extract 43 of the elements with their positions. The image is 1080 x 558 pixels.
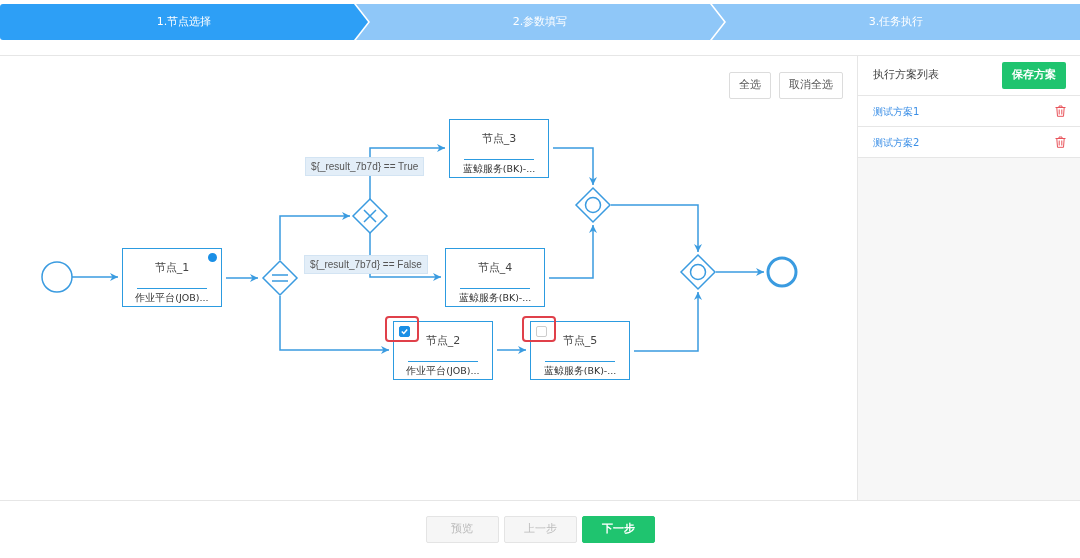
node-title: 节点_5 [561, 333, 599, 349]
exclusive-gateway-icon [351, 197, 389, 235]
start-event-icon [41, 261, 73, 293]
node-subtitle: 作业平台(JOB)... [134, 291, 210, 305]
parallel-gateway-icon [261, 259, 299, 297]
node-subtitle: 作业平台(JOB)... [405, 364, 481, 378]
inclusive-gateway-icon [574, 186, 612, 224]
inclusive-gateway-icon [679, 253, 717, 291]
step-tab[interactable]: 1.节点选择 [0, 4, 368, 40]
node-title: 节点_4 [476, 260, 514, 276]
deselect-all-button[interactable]: 取消全选 [779, 72, 843, 99]
panel-title: 执行方案列表 [873, 67, 939, 84]
end-event-icon [766, 256, 798, 288]
condition-label: ${_result_7b7d} == False [304, 255, 428, 274]
connector-arrow [552, 147, 597, 186]
connector-arrow [225, 274, 259, 282]
connector-arrow [279, 212, 351, 261]
node-subtitle: 蓝鲸服务(BK)-... [457, 291, 533, 305]
task-node[interactable]: 节点_3 蓝鲸服务(BK)-... [449, 119, 549, 178]
plan-link[interactable]: 测试方案1 [873, 103, 920, 119]
trash-icon[interactable] [1055, 105, 1066, 117]
node-subtitle: 蓝鲸服务(BK)-... [542, 364, 618, 378]
node-checkbox[interactable] [536, 326, 547, 337]
condition-label: ${_result_7b7d} == True [305, 157, 425, 176]
node-title: 节点_2 [424, 333, 462, 349]
connector-arrow [496, 346, 527, 354]
task-node[interactable]: 节点_5 蓝鲸服务(BK)-... [530, 321, 630, 380]
save-plan-button[interactable]: 保存方案 [1002, 62, 1066, 89]
task-node[interactable]: 节点_2 作业平台(JOB)... [393, 321, 493, 380]
connector-arrow [71, 273, 119, 281]
trash-icon[interactable] [1055, 136, 1066, 148]
node-title: 节点_1 [153, 260, 191, 276]
node-title: 节点_3 [480, 131, 518, 147]
connector-arrow [715, 268, 765, 276]
node-subtitle: 蓝鲸服务(BK)-... [461, 162, 537, 176]
task-node[interactable]: 节点_1 作业平台(JOB)... [122, 248, 222, 307]
task-node[interactable]: 节点_4 蓝鲸服务(BK)-... [445, 248, 545, 307]
select-all-button[interactable]: 全选 [729, 72, 771, 99]
next-step-button[interactable]: 下一步 [581, 516, 655, 543]
node-checkbox[interactable] [399, 326, 410, 337]
plan-link[interactable]: 测试方案2 [873, 134, 920, 150]
connector-arrow [633, 291, 702, 352]
connector-arrow [548, 224, 597, 279]
